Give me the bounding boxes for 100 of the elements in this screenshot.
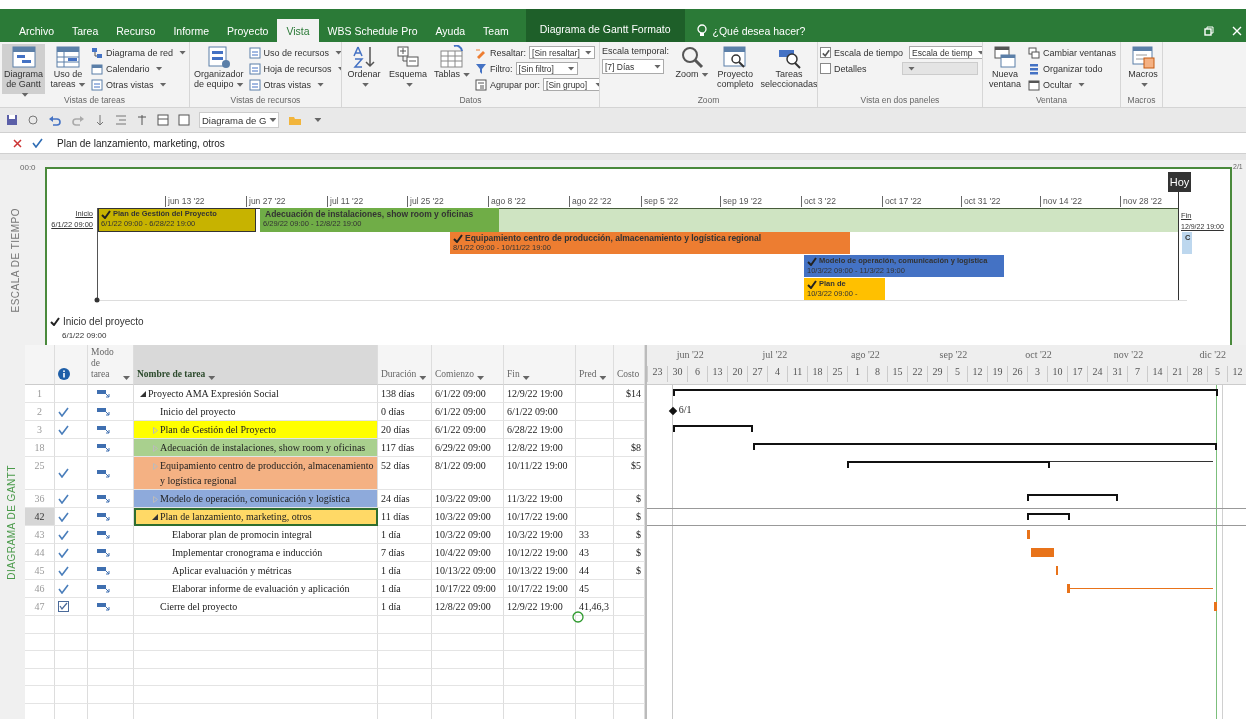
ribbon-button[interactable]: Organizar todo <box>1028 61 1120 76</box>
task-name: Modelo de operación, comunicación y logística <box>160 492 350 506</box>
check-icon <box>50 317 60 326</box>
dropdown[interactable]: [7] Días <box>602 59 664 74</box>
caret-icon <box>314 118 322 122</box>
table-cell <box>576 421 614 439</box>
table-cell: 41,46,3 <box>576 598 614 616</box>
board-icon <box>206 45 231 69</box>
view-dropdown[interactable]: Diagrama de G <box>199 112 280 128</box>
week-label: 13 <box>707 366 727 382</box>
column-header[interactable] <box>55 345 88 385</box>
table-cell: 10/3/22 19:00 <box>504 526 576 544</box>
caret-icon <box>335 50 341 55</box>
dropdown[interactable]: [Sin filtro] <box>515 62 578 75</box>
ribbon-button[interactable]: Zoom <box>672 44 713 94</box>
column-header[interactable]: Pred <box>576 345 614 385</box>
table-cell: 1 día <box>378 526 432 544</box>
ribbon-tab[interactable]: WBS Schedule Pro <box>318 19 427 42</box>
task-name-cell[interactable]: Proyecto AMA Expresión Social <box>134 385 378 403</box>
task-name-cell[interactable]: Elaborar plan de promocin integral <box>134 526 378 544</box>
column-header[interactable]: Nombre de tarea <box>134 345 378 385</box>
dropdown[interactable]: [Sin grupo] <box>543 78 599 91</box>
ribbon-button[interactable]: Nueva ventana <box>985 44 1025 94</box>
milestone-dot <box>94 297 100 303</box>
column-header[interactable]: Modo de tarea <box>88 345 134 385</box>
group-label: Vistas de tareas <box>64 95 125 107</box>
cancel-icon <box>13 138 22 148</box>
table-cell <box>576 668 614 686</box>
contextual-tab[interactable]: Diagrama de Gantt Formato <box>525 9 685 42</box>
task-name-cell[interactable]: Elaborar informe de evaluación y aplicación <box>134 580 378 598</box>
windows-icon <box>993 45 1017 69</box>
ribbon-button[interactable]: Calendario <box>91 61 187 76</box>
ribbon-tab[interactable]: Ayuda <box>426 19 475 42</box>
redo-icon <box>71 114 85 126</box>
task-name: Cierre del proyecto <box>160 600 238 614</box>
caret-icon <box>236 82 244 87</box>
task-name-cell[interactable]: Implementar cronograma e inducción <box>134 544 378 562</box>
tick-label: nov 28 '22 <box>1120 196 1162 207</box>
task-name-cell[interactable]: Modelo de operación, comunicación y logística <box>134 490 378 508</box>
week-label: 28 <box>1187 366 1207 382</box>
table-cell <box>576 457 614 490</box>
table-cell: 45 <box>576 580 614 598</box>
ribbon-button[interactable]: Tareas seleccionadas <box>758 44 817 94</box>
ribbon-button[interactable]: Diagrama de Gantt <box>2 44 45 94</box>
check-icon <box>58 406 69 417</box>
task-name-cell[interactable]: Plan de lanzamiento, marketing, otros <box>134 508 378 526</box>
ribbon-tab[interactable]: Archivo <box>10 19 63 42</box>
ribbon-button[interactable]: Organizador de equipo <box>192 44 246 94</box>
ribbon-button[interactable]: Hoja de recursos <box>248 61 341 76</box>
caret-icon <box>208 376 216 380</box>
ribbon-button[interactable]: Proyecto completo <box>715 44 756 94</box>
ribbon-button[interactable]: Esquema <box>387 44 430 94</box>
ribbon-button[interactable]: Ordenar <box>344 44 384 94</box>
task-name-cell[interactable]: Equipamiento centro de producción, almacenamiento y logística regional <box>134 457 378 490</box>
ribbon-button[interactable]: Ocultar <box>1028 77 1120 92</box>
column-header[interactable]: Costo <box>614 345 645 385</box>
tell-me-field[interactable]: ¿Qué desea hacer? <box>712 24 806 37</box>
caret-icon <box>654 64 661 69</box>
week-label: 25 <box>827 366 847 382</box>
ribbon-button[interactable]: Otras vistas <box>248 77 341 92</box>
ribbon-button[interactable]: Diagrama de red <box>91 45 187 60</box>
ribbon-tab[interactable]: Tarea <box>63 19 108 42</box>
dropdown[interactable]: [Sin resaltar] <box>529 46 595 59</box>
task-name-cell[interactable]: Plan de Gestión del Proyecto <box>134 421 378 439</box>
ribbon-tab[interactable]: Informe <box>164 19 218 42</box>
table-icon <box>157 114 169 126</box>
row-number[interactable]: 42 <box>25 508 55 526</box>
ribbon-button[interactable]: Otras vistas <box>91 77 187 92</box>
column-header[interactable]: Fin <box>504 345 576 385</box>
task-bar <box>1027 530 1030 539</box>
ribbon-button[interactable]: Cambiar ventanas <box>1028 45 1120 60</box>
task-name-cell[interactable]: Cierre del proyecto <box>134 598 378 616</box>
view-icon <box>248 62 261 75</box>
task-name-cell[interactable]: Aplicar evaluación y métricas <box>134 562 378 580</box>
checkbox[interactable] <box>820 47 831 58</box>
ribbon-button[interactable]: Macros <box>1123 44 1162 94</box>
caret-icon <box>179 50 187 55</box>
ribbon-button[interactable]: Uso de tareas <box>48 44 88 94</box>
bar-arrow-icon <box>97 407 110 416</box>
ribbon-button[interactable]: Tablas <box>432 44 473 94</box>
check-icon <box>807 256 817 266</box>
column-header[interactable]: Comienzo <box>432 345 504 385</box>
table-cell <box>432 668 504 686</box>
ribbon-tab[interactable]: Proyecto <box>218 19 278 42</box>
task-name: Equipamiento centro de producción, almacenamiento y logística regional <box>160 459 374 488</box>
view-icon <box>248 46 261 59</box>
check-icon <box>101 209 111 219</box>
table-cell <box>576 633 614 651</box>
ribbon-tab[interactable]: Team <box>474 19 518 42</box>
undo-icon <box>48 114 62 126</box>
table-cell <box>25 686 55 704</box>
check-icon <box>58 565 69 576</box>
ribbon-tab[interactable]: Recurso <box>107 19 165 42</box>
table-cell <box>25 616 55 634</box>
ribbon-button[interactable]: Uso de recursos <box>248 45 341 60</box>
column-header[interactable]: Duración <box>378 345 432 385</box>
dropdown[interactable]: Escala de tiemp <box>909 46 982 59</box>
task-name-cell[interactable]: Adecuación de instalaciones, show room y oficinas <box>134 439 378 457</box>
caret-icon <box>269 118 277 122</box>
ribbon-tab[interactable]: Vista <box>277 19 319 42</box>
